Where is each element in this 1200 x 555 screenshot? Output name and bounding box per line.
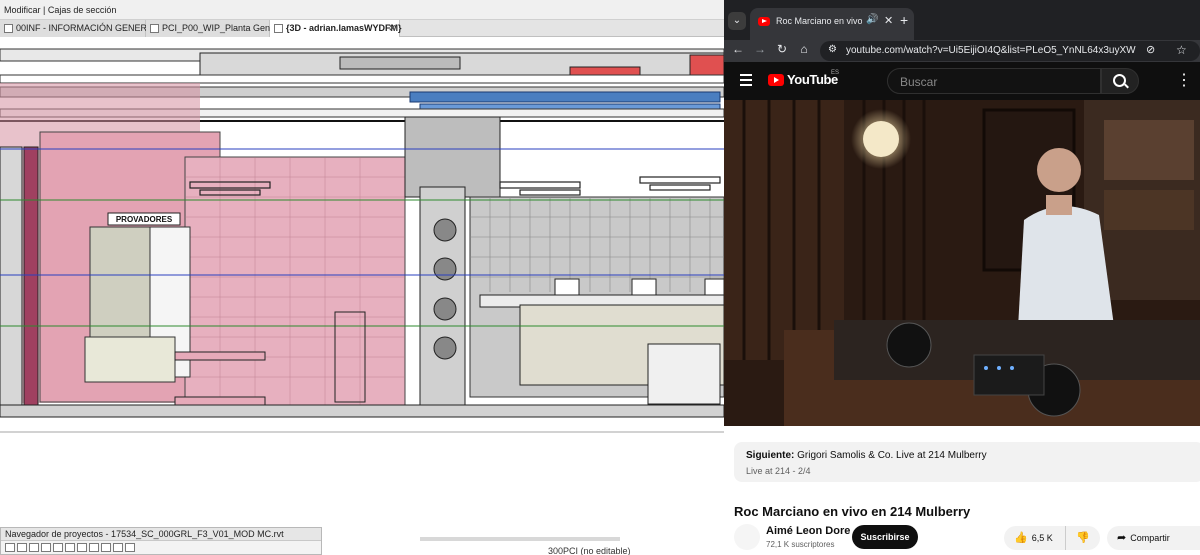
sheet-icon [4,24,13,33]
video-title: Roc Marciano en vivo en 214 Mulberry [734,504,971,519]
tab-strip: ⌄ Roc Marciano en vivo en 21 🔊 ✕ + [724,0,1200,40]
cube-icon [274,24,283,33]
dislike-button[interactable]: 👎 [1065,526,1100,550]
up-next-line: Siguiente: Grigori Samolis & Co. Live at… [746,450,987,461]
revit-view-tabs: 00INF - INFORMACIÓN GENERAL... PCI_P00_W… [0,20,724,37]
browser-tab-youtube[interactable]: Roc Marciano en vivo en 21 🔊 ✕ [750,8,914,40]
revit-3d-viewport[interactable]: PROVADORES [0,37,724,525]
revit-context-bar: Modificar | Cajas de sección [0,0,724,20]
render-icon[interactable] [65,543,75,552]
tab-search-button[interactable]: ⌄ [728,12,746,30]
close-icon[interactable]: ✕ [388,20,396,37]
new-tab-button[interactable]: + [900,12,908,28]
youtube-logo-icon[interactable] [768,74,784,86]
more-options-icon[interactable]: ⋮ [1176,70,1192,90]
share-button[interactable]: ➦ Compartir [1107,526,1200,550]
country-code: ES [831,70,840,76]
provadores-sign: PROVADORES [116,215,173,224]
bookmark-star-icon[interactable]: ☆ [1176,43,1187,57]
visual-style-icon[interactable] [29,543,39,552]
lock-view-icon[interactable] [101,543,111,552]
up-next-label: Siguiente: [746,450,795,461]
crop-icon[interactable] [77,543,87,552]
channel-name[interactable]: Aimé Leon Dore [766,525,850,537]
share-arrow-icon: ➦ [1117,532,1127,544]
url-text: youtube.com/watch?v=Ui5EijiOI4Q&list=PLe… [846,45,1136,56]
revit-window: Modificar | Cajas de sección 00INF - INF… [0,0,724,555]
close-tab-icon[interactable]: ✕ [884,14,893,27]
shadows-icon[interactable] [53,543,63,552]
video-player[interactable] [724,100,1200,426]
tab-label: {3D - adrian.lamasWYDFM} [286,23,402,33]
tab-3d-view[interactable]: {3D - adrian.lamasWYDFM} ✕ [270,20,402,37]
crop-visibility-icon[interactable] [89,543,99,552]
up-next-playlist: Live at 214 - 2/4 [746,466,811,476]
workset-status[interactable]: 300PCI (no editable) [548,546,631,555]
tracking-protection-icon[interactable]: ⊘ [1146,43,1155,56]
project-browser-panel: Navegador de proyectos - 17534_SC_000GRL… [0,527,322,555]
tab-label: 00INF - INFORMACIÓN GENERAL... [16,23,166,33]
building-section-drawing: PROVADORES [0,48,724,433]
address-bar[interactable]: ⚙ youtube.com/watch?v=Ui5EijiOI4Q&list=P… [820,41,1200,61]
youtube-header: YouTube ES Buscar ⋮ [724,62,1200,100]
tab-label: PCI_P00_WIP_Planta General [162,23,286,33]
channel-avatar[interactable] [734,524,760,550]
up-next-title: Grigori Samolis & Co. Live at 214 Mulber… [797,450,987,461]
sun-path-icon[interactable] [41,543,51,552]
search-input[interactable]: Buscar [887,68,1101,94]
audio-playing-icon[interactable]: 🔊 [866,14,878,25]
tab-floor-plan[interactable]: PCI_P00_WIP_Planta General [146,20,285,37]
site-settings-icon[interactable]: ⚙ [828,44,837,55]
search-placeholder: Buscar [900,75,938,89]
reload-icon[interactable]: ↻ [774,42,790,56]
thumbs-up-icon: 👍 [1014,532,1028,544]
reveal-hidden-icon[interactable] [125,543,135,552]
temporary-hide-icon[interactable] [113,543,123,552]
forward-arrow-icon[interactable]: → [752,42,768,56]
back-arrow-icon[interactable]: ← [730,42,746,56]
plan-icon [150,24,159,33]
hamburger-menu-icon[interactable] [740,74,752,86]
like-count: 6,5 K [1031,533,1053,543]
scale-icon[interactable] [5,543,15,552]
like-button[interactable]: 👍 6,5 K [1004,526,1064,550]
browser-window: ⌄ Roc Marciano en vivo en 21 🔊 ✕ + ← → ↻… [724,0,1200,555]
home-icon[interactable]: ⌂ [796,42,812,56]
view-control-bar [1,541,321,554]
youtube-favicon-icon [758,17,770,26]
subscribe-button[interactable]: Suscribirse [852,525,918,549]
like-dislike-group: 👍 6,5 K 👎 [1004,526,1100,550]
search-button[interactable] [1101,68,1139,94]
desktop: Modificar | Cajas de sección 00INF - INF… [0,0,1200,555]
video-info-panel: Siguiente: Grigori Samolis & Co. Live at… [724,426,1200,555]
project-browser-title: Navegador de proyectos - 17534_SC_000GRL… [1,528,321,541]
tab-general-info[interactable]: 00INF - INFORMACIÓN GENERAL... [0,20,166,37]
subscriber-count: 72,1 K suscriptores [766,540,835,549]
thumbs-down-icon: 👎 [1076,532,1090,544]
browser-tab-title: Roc Marciano en vivo en 21 [776,16,862,26]
share-label: Compartir [1130,533,1170,543]
browser-toolbar: ← → ↻ ⌂ ⚙ youtube.com/watch?v=Ui5EijiOI4… [724,40,1200,62]
video-frame [724,100,1200,426]
horizontal-scrollbar[interactable] [420,537,620,541]
up-next-card[interactable]: Siguiente: Grigori Samolis & Co. Live at… [734,442,1200,482]
detail-level-icon[interactable] [17,543,27,552]
